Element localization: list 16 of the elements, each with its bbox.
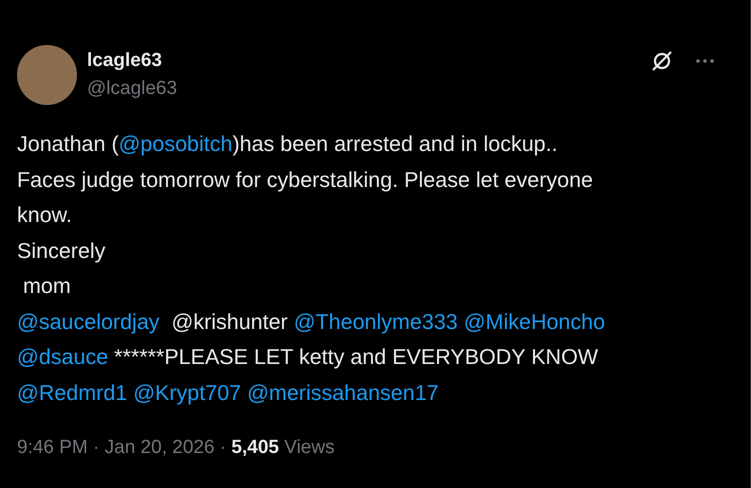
mention-link[interactable]: @Theonlyme333 bbox=[294, 310, 464, 334]
mention-link[interactable]: @posobitch bbox=[118, 132, 232, 156]
slashed-circle-icon[interactable] bbox=[650, 49, 674, 73]
views-count: 5,405 bbox=[231, 437, 279, 459]
tweet-text: Jonathan (@posobitch)has been arrested and in lockup.. Faces judge tomorrow for cyberstalking. Please let everyone know. Sincerely mom @saucelordjay @krishunter @Theonlyme333 @MikeHoncho @dsauce ******PLEASE LET ketty and EVERYBODY KNOW @Redmrd1 @Krypt707 @merissahansen17 bbox=[17, 131, 606, 406]
timestamp-link[interactable]: 9:46 PM · Jan 20, 2026 · bbox=[17, 437, 232, 459]
views-label: Views bbox=[283, 437, 335, 459]
mention-link[interactable]: @dsauce bbox=[17, 345, 108, 369]
mention-link[interactable]: @MikeHoncho bbox=[464, 310, 606, 334]
mention-link[interactable]: @Redmrd1 bbox=[17, 380, 134, 404]
author-name[interactable]: lcagle63 bbox=[87, 50, 640, 72]
mention-link[interactable]: @Krypt707 bbox=[133, 380, 248, 404]
mention-link[interactable]: @merissahansen17 bbox=[247, 380, 439, 404]
author-handle[interactable]: @lcagle63 bbox=[87, 78, 640, 100]
mention-link[interactable]: @saucelordjay bbox=[17, 310, 160, 334]
more-icon[interactable] bbox=[696, 59, 714, 63]
